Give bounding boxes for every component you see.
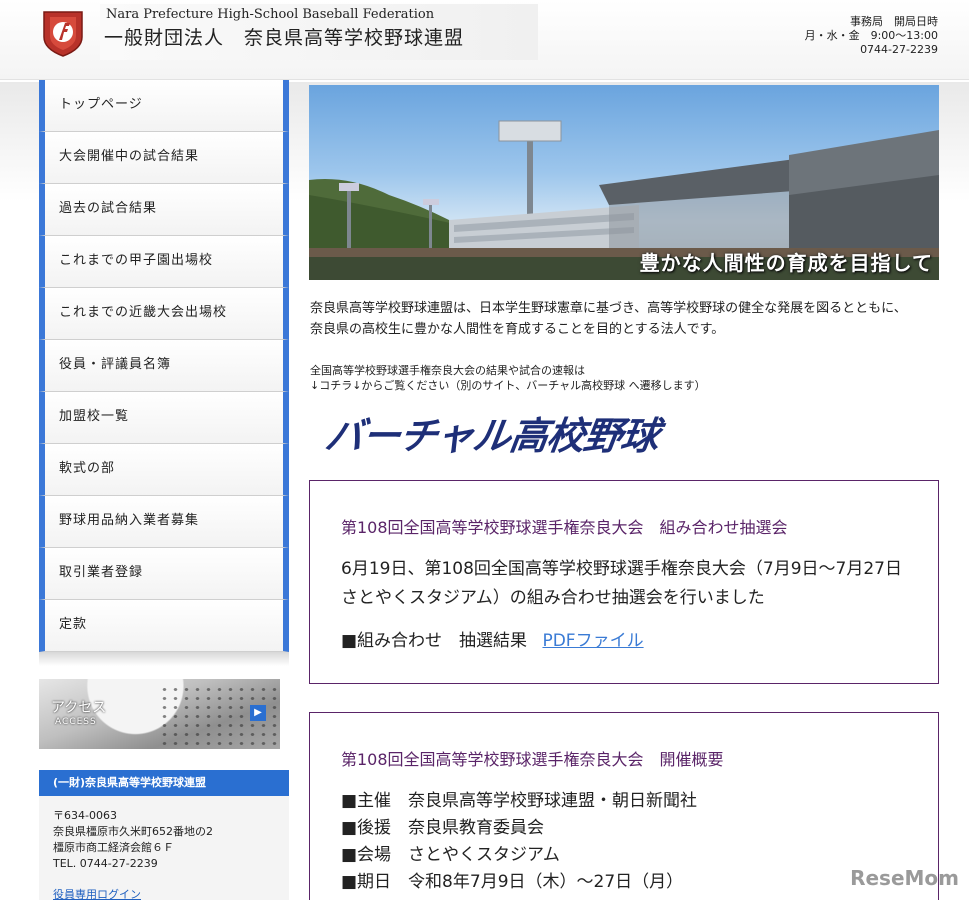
news-title: 第108回全国高等学校野球選手権奈良大会 開催概要 (341, 750, 724, 769)
overview-list: ■主催 奈良県高等学校野球連盟・朝日新聞社 ■後援 奈良県教育委員会 ■会場 さ… (341, 788, 697, 896)
nav-item-officers[interactable]: 役員・評議員名簿 (39, 340, 289, 392)
nav-item-current-results[interactable]: 大会開催中の試合結果 (39, 132, 289, 184)
nav-item-koshien-schools[interactable]: これまでの甲子園出場校 (39, 236, 289, 288)
access-label: アクセス (51, 700, 107, 716)
intro-line1: 奈良県高等学校野球連盟は、日本学生野球憲章に基づき、高等学校野球の健全な発展を図… (310, 301, 907, 316)
contact-info: 〒634-0063 奈良県橿原市久米町652番地の2 橿原市商工経済会館６Ｆ T… (39, 796, 289, 900)
news-box-draw: 第108回全国高等学校野球選手権奈良大会 組み合わせ抽選会 6月19日、第108… (309, 480, 939, 684)
contact-address2: 橿原市商工経済会館６Ｆ (53, 841, 174, 854)
overview-sponsor: ■後援 奈良県教育委員会 (341, 818, 545, 838)
notice-line1: 全国高等学校野球選手権奈良大会の結果や試合の速報は (310, 364, 585, 377)
hero-stadium-image: 豊かな人間性の育成を目指して (309, 85, 939, 280)
office-hours: 事務局 開局日時 月・水・金 9:00〜13:00 0744-27-2239 (805, 15, 938, 57)
site-header: Nara Prefecture High-School Baseball Fed… (0, 0, 969, 80)
intro-text: 奈良県高等学校野球連盟は、日本学生野球憲章に基づき、高等学校野球の健全な発展を図… (310, 298, 940, 340)
overview-venue: ■会場 さとやくスタジアム (341, 845, 560, 865)
nav-item-suppliers-recruit[interactable]: 野球用品納入業者募集 (39, 496, 289, 548)
org-name-english: Nara Prefecture High-School Baseball Fed… (106, 7, 435, 22)
contact-postal: 〒634-0063 (53, 809, 117, 822)
overview-organizer: ■主催 奈良県高等学校野球連盟・朝日新聞社 (341, 791, 698, 811)
org-name-japanese: 一般財団法人 奈良県高等学校野球連盟 (104, 27, 465, 49)
nav-shadow (39, 652, 289, 666)
nav-item-top[interactable]: トップページ (39, 80, 289, 132)
access-banner[interactable]: アクセス ACCESS ▶ (39, 679, 280, 749)
contact-title: (一財)奈良県高等学校野球連盟 (39, 770, 289, 796)
org-name-block: Nara Prefecture High-School Baseball Fed… (100, 4, 538, 60)
intro-line2: 奈良県の高校生に豊かな人間性を育成することを目的とする法人です。 (310, 322, 725, 337)
nav-item-vendor-registration[interactable]: 取引業者登録 (39, 548, 289, 600)
office-phone: 0744-27-2239 (860, 43, 938, 56)
nav-item-softball[interactable]: 軟式の部 (39, 444, 289, 496)
pdf-file-link[interactable]: PDFファイル (542, 631, 643, 651)
virtual-baseball-logo[interactable]: バーチャル高校野球 (322, 405, 662, 460)
result-label: ■組み合わせ 抽選結果 (341, 631, 528, 651)
office-days: 月・水・金 9:00〜13:00 (804, 29, 938, 42)
news-title: 第108回全国高等学校野球選手権奈良大会 組み合わせ抽選会 (341, 518, 788, 537)
arrow-right-icon[interactable]: ▶ (250, 705, 266, 721)
resemom-watermark: ReseMom (850, 866, 959, 890)
virtual-notice: 全国高等学校野球選手権奈良大会の結果や試合の速報は ↓コチラ↓からご覧ください（… (310, 363, 706, 393)
hero-caption: 豊かな人間性の育成を目指して (639, 251, 933, 275)
nav-item-kinki-schools[interactable]: これまでの近畿大会出場校 (39, 288, 289, 340)
news-result-line: ■組み合わせ 抽選結果 PDFファイル (341, 626, 644, 651)
overview-dates: ■期日 令和8年7月9日（木）〜27日（月） (341, 872, 684, 892)
officer-login-link[interactable]: 役員専用ログイン (53, 886, 141, 900)
access-sublabel: ACCESS (55, 717, 97, 727)
contact-tel: TEL. 0744-27-2239 (53, 857, 158, 870)
notice-line2: ↓コチラ↓からご覧ください（別のサイト、バーチャル高校野球 へ遷移します） (310, 379, 706, 392)
news-box-overview: 第108回全国高等学校野球選手権奈良大会 開催概要 ■主催 奈良県高等学校野球連… (309, 712, 939, 900)
nav-item-articles[interactable]: 定款 (39, 600, 289, 652)
sidebar-nav: トップページ 大会開催中の試合結果 過去の試合結果 これまでの甲子園出場校 これ… (39, 80, 289, 666)
news-body: 6月19日、第108回全国高等学校野球選手権奈良大会（7月9日〜7月27日さとや… (341, 559, 902, 608)
federation-logo-icon[interactable] (42, 9, 84, 57)
office-label: 事務局 開局日時 (850, 15, 938, 28)
nav-item-member-schools[interactable]: 加盟校一覧 (39, 392, 289, 444)
contact-address1: 奈良県橿原市久米町652番地の2 (53, 825, 213, 838)
nav-item-past-results[interactable]: 過去の試合結果 (39, 184, 289, 236)
